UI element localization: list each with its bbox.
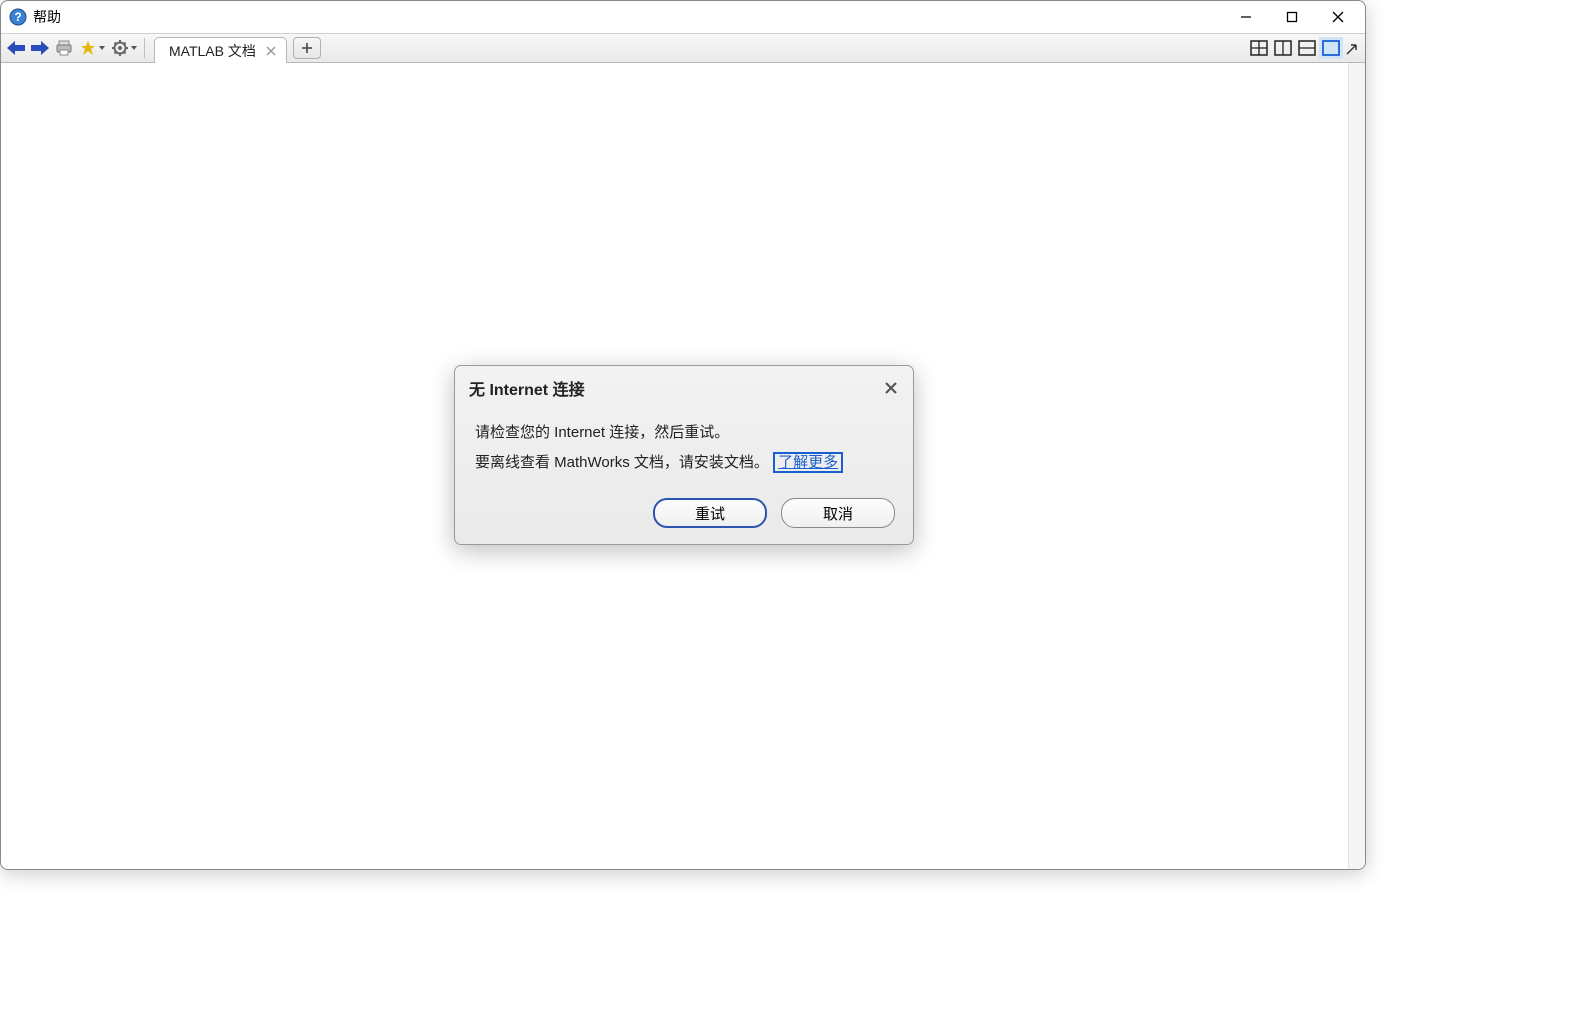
learn-more-link[interactable]: 了解更多 <box>773 452 843 473</box>
help-app-icon: ? <box>9 8 27 26</box>
layout-single-button[interactable] <box>1319 37 1343 59</box>
no-internet-dialog: 无 Internet 连接 请检查您的 Internet 连接，然后重试。 要离… <box>454 365 914 545</box>
dialog-message-line1: 请检查您的 Internet 连接，然后重试。 <box>475 418 895 448</box>
favorites-button[interactable] <box>77 37 107 59</box>
dialog-header: 无 Internet 连接 <box>455 366 913 408</box>
maximize-button[interactable] <box>1269 1 1315 33</box>
toolbar: MATLAB 文档 <box>1 33 1365 63</box>
window-title: 帮助 <box>33 7 61 27</box>
tab-matlab-doc[interactable]: MATLAB 文档 <box>154 37 287 63</box>
layout-rows-button[interactable] <box>1295 37 1319 59</box>
content-area: 无 Internet 连接 请检查您的 Internet 连接，然后重试。 要离… <box>1 63 1365 869</box>
tabstrip: MATLAB 文档 <box>154 34 321 62</box>
help-window: ? 帮助 <box>0 0 1366 870</box>
dialog-button-row: 重试 取消 <box>455 498 913 544</box>
undock-button[interactable] <box>1343 37 1363 59</box>
layout-columns-button[interactable] <box>1271 37 1295 59</box>
back-button[interactable] <box>5 37 27 59</box>
chevron-down-icon <box>131 46 137 50</box>
forward-button[interactable] <box>29 37 51 59</box>
tab-label: MATLAB 文档 <box>169 41 256 61</box>
print-button[interactable] <box>53 37 75 59</box>
minimize-button[interactable] <box>1223 1 1269 33</box>
retry-button[interactable]: 重试 <box>653 498 767 528</box>
tab-close-button[interactable] <box>264 44 278 58</box>
svg-text:?: ? <box>14 10 21 24</box>
toolbar-right-group <box>1247 34 1365 62</box>
chevron-down-icon <box>99 46 105 50</box>
dialog-title: 无 Internet 连接 <box>469 376 881 400</box>
dialog-message-line2-text: 要离线查看 MathWorks 文档，请安装文档。 <box>475 454 769 471</box>
new-tab-button[interactable] <box>293 37 321 59</box>
titlebar: ? 帮助 <box>1 1 1365 33</box>
toolbar-left-group <box>5 34 148 62</box>
dialog-message-line2: 要离线查看 MathWorks 文档，请安装文档。 了解更多 <box>475 448 895 478</box>
close-button[interactable] <box>1315 1 1361 33</box>
toolbar-separator <box>144 38 145 58</box>
settings-button[interactable] <box>109 37 139 59</box>
dialog-close-button[interactable] <box>881 378 901 398</box>
cancel-button[interactable]: 取消 <box>781 498 895 528</box>
dialog-body: 请检查您的 Internet 连接，然后重试。 要离线查看 MathWorks … <box>455 408 913 498</box>
layout-grid-button[interactable] <box>1247 37 1271 59</box>
